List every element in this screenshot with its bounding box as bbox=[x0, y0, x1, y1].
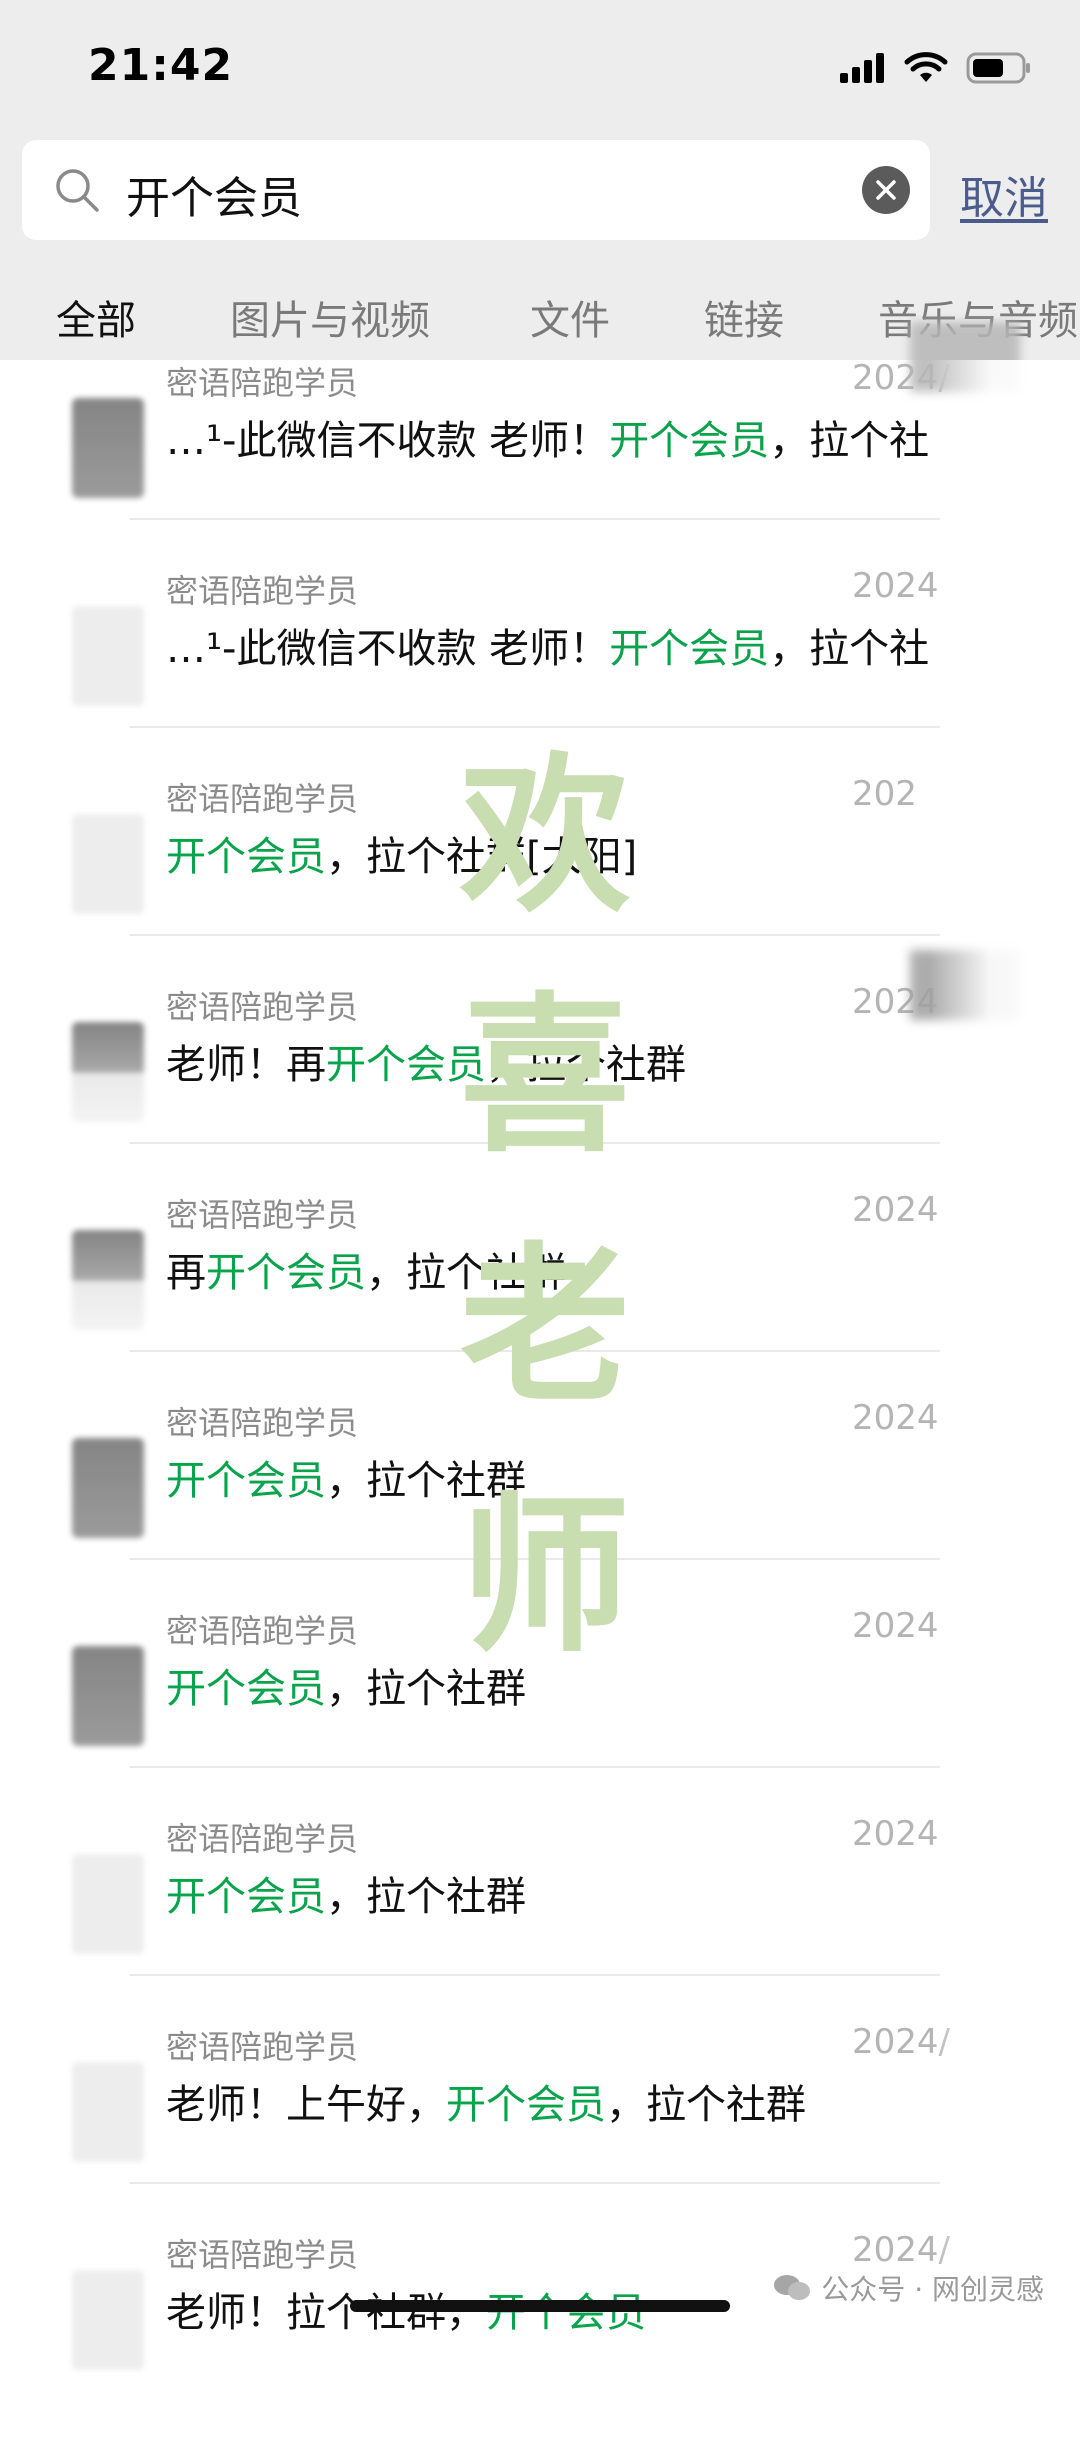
keyword-highlight: 开个会员 bbox=[166, 1458, 326, 1504]
search-input[interactable]: 开个会员 bbox=[126, 162, 302, 226]
divider bbox=[130, 934, 940, 936]
tab-files[interactable]: 文件 bbox=[530, 288, 610, 346]
keyword-highlight: 开个会员 bbox=[166, 834, 326, 880]
tab-links[interactable]: 链接 bbox=[704, 288, 784, 346]
status-bar: 21:42 bbox=[0, 0, 1080, 130]
keyword-highlight: 开个会员 bbox=[166, 1666, 326, 1712]
watermark-char-2: 喜 bbox=[460, 976, 630, 1165]
divider bbox=[130, 726, 940, 728]
watermark-char-1: 欢 bbox=[459, 736, 631, 925]
message-date: 2024 bbox=[852, 1398, 939, 1438]
home-indicator[interactable] bbox=[350, 2300, 730, 2312]
search-box[interactable]: 开个会员 bbox=[22, 140, 930, 240]
sender-name: 密语陪跑学员 bbox=[166, 2236, 359, 2274]
sender-name: 密语陪跑学员 bbox=[166, 780, 359, 818]
avatar bbox=[72, 2270, 144, 2370]
wechat-icon bbox=[774, 2275, 811, 2300]
avatar bbox=[72, 1438, 144, 1538]
battery-icon bbox=[966, 52, 1030, 84]
message-snippet: …¹-此微信不收款 老师！开个会员，拉个社 bbox=[166, 626, 930, 672]
avatar bbox=[72, 1646, 144, 1746]
list-item[interactable]: 密语陪跑学员 2024/ 老师！上午好，开个会员，拉个社群 bbox=[0, 2022, 1080, 2232]
status-time: 21:42 bbox=[88, 40, 234, 91]
search-row: 开个会员 取消 bbox=[22, 140, 1062, 240]
keyword-highlight: 开个会员 bbox=[446, 2082, 606, 2128]
keyword-highlight: 开个会员 bbox=[206, 1250, 366, 1296]
avatar bbox=[72, 814, 144, 914]
avatar bbox=[72, 1022, 144, 1122]
signal-icon bbox=[840, 53, 884, 83]
sender-name: 密语陪跑学员 bbox=[166, 2028, 359, 2066]
keyword-highlight: 开个会员 bbox=[166, 1874, 326, 1920]
avatar bbox=[72, 2062, 144, 2162]
header-area: 21:42 开个会员 取消 全部 图片与视频 文件 链接 音乐与音频 bbox=[0, 0, 1080, 360]
message-date: 202 bbox=[852, 774, 917, 814]
message-date: 2024 bbox=[852, 1814, 939, 1854]
avatar bbox=[72, 1854, 144, 1954]
close-icon bbox=[876, 180, 896, 200]
search-icon bbox=[56, 169, 99, 212]
list-item[interactable]: 密语陪跑学员 2024/ 老师！拉个社群，开个会员 bbox=[0, 2230, 1080, 2440]
watermark-text: 师 bbox=[460, 1476, 630, 1665]
watermark-text: 喜 bbox=[460, 976, 630, 1165]
avatar bbox=[72, 398, 144, 498]
message-snippet: …¹-此微信不收款 老师！开个会员，拉个社 bbox=[166, 418, 930, 464]
list-item[interactable]: 密语陪跑学员 2024 开个会员，拉个社群 bbox=[0, 1814, 1080, 2024]
footer-credit: 公众号 · 网创灵感 bbox=[773, 2268, 1044, 2308]
message-date: 2024 bbox=[852, 566, 939, 606]
clear-icon[interactable] bbox=[862, 166, 910, 214]
divider bbox=[130, 1766, 940, 1768]
message-snippet: 老师！上午好，开个会员，拉个社群 bbox=[166, 2082, 806, 2128]
keyword-highlight: 开个会员 bbox=[486, 2290, 646, 2336]
tab-images-videos[interactable]: 图片与视频 bbox=[230, 288, 430, 346]
sender-name: 密语陪跑学员 bbox=[166, 1612, 359, 1650]
message-date: 2024 bbox=[852, 1606, 939, 1646]
message-snippet: 开个会员，拉个社群 bbox=[166, 1874, 526, 1920]
keyword-highlight: 开个会员 bbox=[609, 626, 770, 672]
watermark-char-4: 师 bbox=[460, 1476, 630, 1665]
divider bbox=[130, 1974, 940, 1976]
message-date: 2024 bbox=[852, 1190, 939, 1230]
avatar bbox=[72, 1230, 144, 1330]
status-icons bbox=[840, 48, 1032, 88]
sender-name: 密语陪跑学员 bbox=[166, 1196, 359, 1234]
cancel-button[interactable]: 取消 bbox=[960, 162, 1048, 226]
right-fade-overlay bbox=[930, 360, 1080, 2337]
keyword-highlight: 开个会员 bbox=[609, 418, 770, 464]
divider bbox=[130, 2182, 940, 2184]
sender-name: 密语陪跑学员 bbox=[166, 1404, 359, 1442]
sender-name: 密语陪跑学员 bbox=[166, 364, 359, 402]
watermark-text: 欢 bbox=[459, 736, 631, 925]
sender-name: 密语陪跑学员 bbox=[166, 1820, 359, 1858]
footer-text: 公众号 · 网创灵感 bbox=[821, 2273, 1044, 2306]
watermark-char-3: 老 bbox=[460, 1226, 630, 1415]
divider bbox=[130, 518, 940, 520]
wifi-icon bbox=[904, 52, 948, 82]
tab-all[interactable]: 全部 bbox=[56, 288, 136, 346]
sender-name: 密语陪跑学员 bbox=[166, 988, 359, 1026]
avatar bbox=[72, 606, 144, 706]
watermark-text: 老 bbox=[460, 1226, 630, 1415]
sender-name: 密语陪跑学员 bbox=[166, 572, 359, 610]
